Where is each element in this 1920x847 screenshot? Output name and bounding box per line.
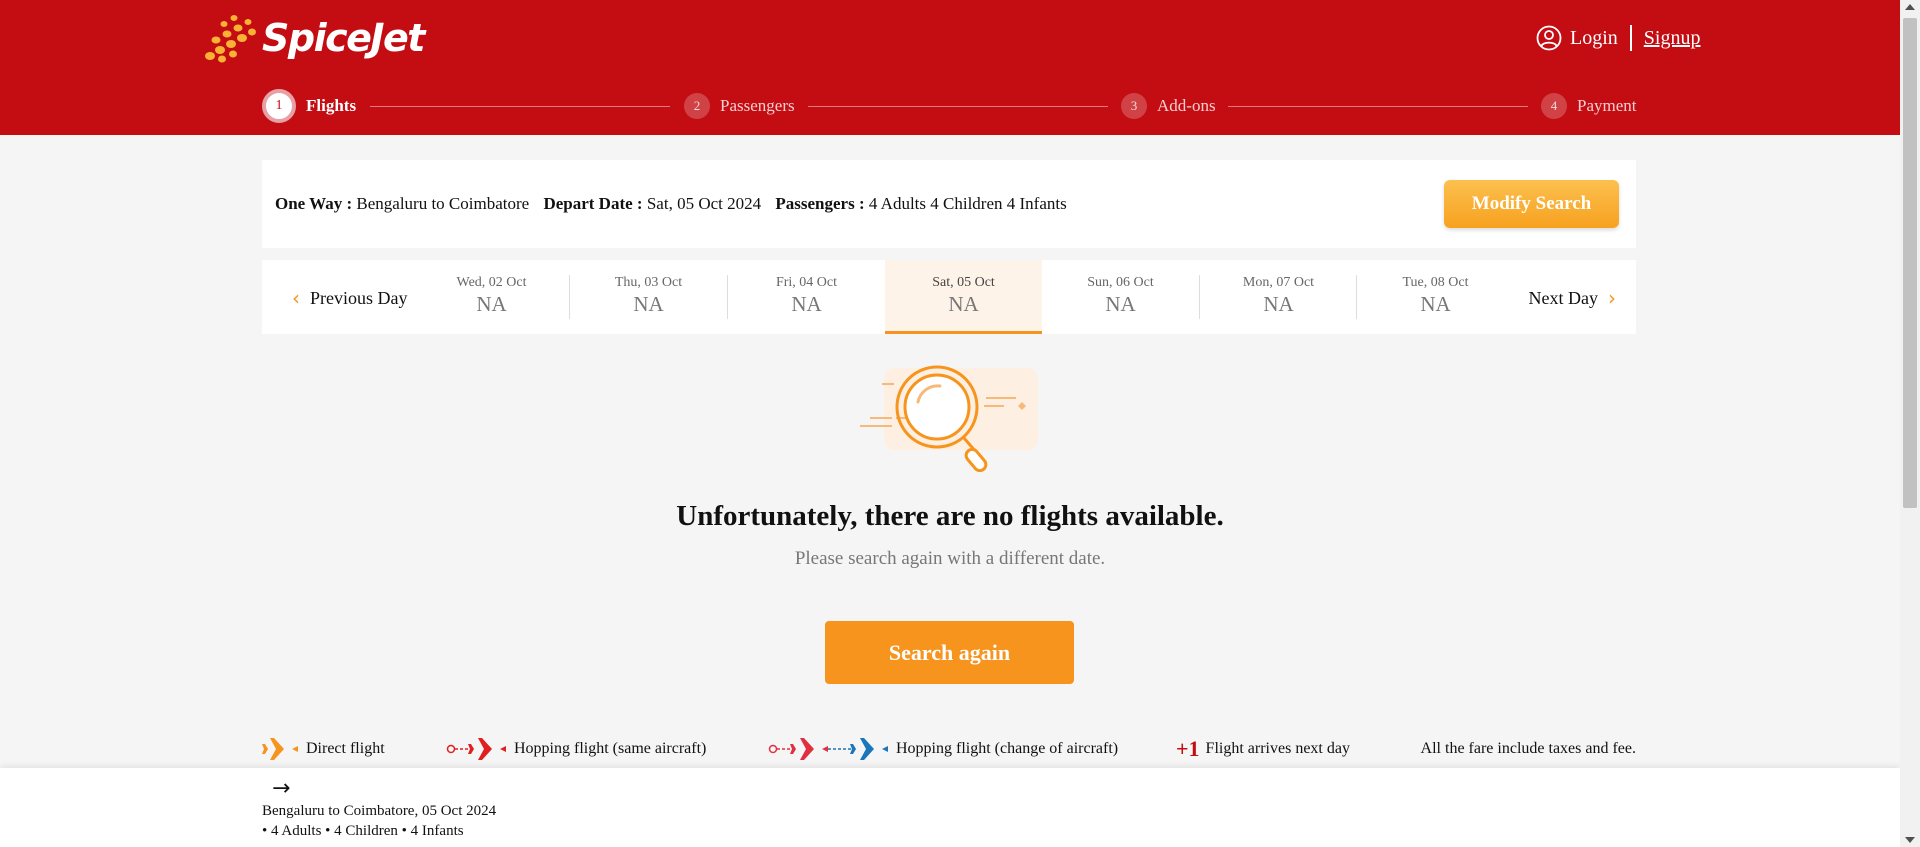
- logo-wordmark: SpiceJet: [262, 16, 425, 60]
- passengers-label: Passengers :: [775, 194, 865, 213]
- date-option-selected[interactable]: Sat, 05 Oct NA: [885, 260, 1042, 334]
- step-number: 2: [684, 93, 710, 119]
- date-label: Thu, 03 Oct: [614, 275, 683, 290]
- date-option[interactable]: Thu, 03 Oct NA: [570, 260, 727, 334]
- date-option[interactable]: Tue, 08 Oct NA: [1357, 260, 1514, 334]
- step-label: Flights: [306, 96, 357, 115]
- legend-next-day: +1 Flight arrives next day: [1176, 732, 1350, 766]
- auth-divider: [1629, 25, 1632, 51]
- date-option[interactable]: Mon, 07 Oct NA: [1200, 260, 1357, 334]
- modify-search-button[interactable]: Modify Search: [1444, 180, 1619, 228]
- legend-direct-label: Direct flight: [306, 740, 385, 757]
- date-price: NA: [1263, 292, 1294, 316]
- legend-next-day-label: Flight arrives next day: [1205, 740, 1350, 757]
- trip-type-label: One Way :: [275, 194, 353, 213]
- flight-legend: Direct flight Hopping flight (same aircr…: [262, 732, 1636, 766]
- chevron-left-icon: ‹: [292, 286, 300, 310]
- legend-hop-same: Hopping flight (same aircraft): [446, 732, 706, 766]
- auth-links: Login Signup: [1536, 25, 1700, 51]
- legend-fare-note: All the fare include taxes and fee.: [1421, 732, 1636, 766]
- previous-day-button[interactable]: ‹ Previous Day: [282, 286, 408, 310]
- date-label: Wed, 02 Oct: [456, 275, 527, 290]
- hopping-change-aircraft-icon: [768, 738, 888, 760]
- step-addons[interactable]: 3 Add-ons: [1121, 93, 1216, 119]
- date-label: Tue, 08 Oct: [1402, 275, 1469, 290]
- no-flights-magnifier-icon: [860, 365, 1038, 472]
- fare-note-text: All the fare include taxes and fee.: [1420, 740, 1636, 757]
- scrollbar-thumb[interactable]: [1903, 18, 1917, 508]
- date-price: NA: [476, 292, 507, 316]
- step-connector: [370, 106, 670, 107]
- date-selector: ‹ Previous Day Wed, 02 Oct NA Thu, 03 Oc…: [262, 260, 1636, 334]
- no-flights-subtitle: Please search again with a different dat…: [794, 548, 1106, 569]
- date-label: Sun, 06 Oct: [1087, 275, 1154, 290]
- search-summary: One Way : Bengaluru to Coimbatore Depart…: [262, 160, 1636, 248]
- site-header: SpiceJet Login Signup 1 Flights 2 Passen…: [0, 0, 1900, 135]
- spicejet-logo[interactable]: SpiceJet: [202, 12, 425, 64]
- date-label: Mon, 07 Oct: [1242, 275, 1315, 290]
- date-option[interactable]: Sun, 06 Oct NA: [1042, 260, 1199, 334]
- date-price: NA: [633, 292, 664, 316]
- next-day-label: Next Day: [1528, 287, 1598, 308]
- date-option[interactable]: Fri, 04 Oct NA: [728, 260, 885, 334]
- depart-date-value: Sat, 05 Oct 2024: [646, 194, 762, 213]
- step-payment[interactable]: 4 Payment: [1541, 93, 1637, 119]
- date-price: NA: [1420, 292, 1451, 316]
- step-connector: [808, 106, 1108, 107]
- direct-flight-icon: [262, 738, 298, 760]
- vertical-scrollbar[interactable]: [1900, 0, 1920, 847]
- login-link[interactable]: Login: [1570, 27, 1618, 50]
- step-label: Add-ons: [1157, 96, 1216, 115]
- legend-hop-change-label: Hopping flight (change of aircraft): [896, 740, 1119, 757]
- user-icon[interactable]: [1536, 25, 1562, 51]
- date-price: NA: [948, 292, 979, 316]
- scroll-down-arrow-icon[interactable]: [1905, 837, 1915, 843]
- previous-day-label: Previous Day: [310, 287, 408, 308]
- step-connector: [1228, 106, 1528, 107]
- trip-summary-bar: → Bengaluru to Coimbatore, 05 Oct 2024 •…: [0, 768, 1900, 847]
- step-flights[interactable]: 1 Flights: [262, 89, 356, 123]
- route-value: Bengaluru to Coimbatore: [356, 194, 530, 213]
- search-summary-text: One Way : Bengaluru to Coimbatore Depart…: [275, 194, 1067, 214]
- next-day-button[interactable]: Next Day ›: [1529, 286, 1616, 310]
- step-label: Payment: [1577, 96, 1637, 115]
- date-label: Fri, 04 Oct: [775, 275, 838, 290]
- hopping-same-aircraft-icon: [446, 738, 506, 760]
- date-option[interactable]: Wed, 02 Oct NA: [413, 260, 570, 334]
- legend-direct: Direct flight: [262, 732, 385, 766]
- passengers-value: 4 Adults 4 Children 4 Infants: [868, 194, 1067, 213]
- date-price: NA: [791, 292, 822, 316]
- step-label: Passengers: [720, 96, 795, 115]
- signup-link[interactable]: Signup: [1644, 27, 1701, 50]
- booking-stepper: 1 Flights 2 Passengers 3 Add-ons 4 Payme…: [262, 89, 1637, 123]
- arrow-right-icon: →: [272, 776, 291, 801]
- date-label: Sat, 05 Oct: [932, 275, 995, 290]
- plus-one-badge: +1: [1176, 736, 1200, 761]
- no-flights-heading: Unfortunately, there are no flights avai…: [676, 500, 1224, 532]
- scroll-up-arrow-icon[interactable]: [1905, 4, 1915, 10]
- legend-hop-same-label: Hopping flight (same aircraft): [514, 740, 707, 757]
- legend-hop-change: Hopping flight (change of aircraft): [768, 732, 1118, 766]
- step-number: 1: [262, 89, 296, 123]
- trip-route-date: Bengaluru to Coimbatore, 05 Oct 2024: [262, 803, 497, 819]
- spicejet-logo-icon: [205, 15, 256, 63]
- trip-passengers: • 4 Adults • 4 Children • 4 Infants: [262, 823, 464, 839]
- depart-date-label: Depart Date :: [543, 194, 643, 213]
- step-number: 3: [1121, 93, 1147, 119]
- chevron-right-icon: ›: [1608, 286, 1616, 310]
- search-again-button[interactable]: Search again: [825, 621, 1074, 684]
- date-price: NA: [1105, 292, 1136, 316]
- step-passengers[interactable]: 2 Passengers: [684, 93, 795, 119]
- step-number: 4: [1541, 93, 1567, 119]
